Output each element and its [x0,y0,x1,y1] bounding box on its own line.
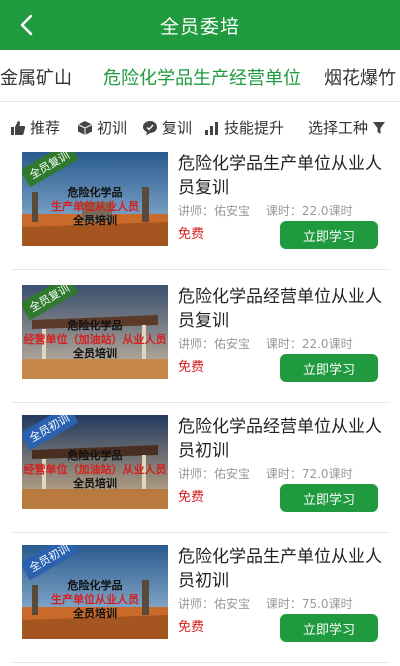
course-thumbnail[interactable]: 全员初训 危险化学品 经营单位（加油站）从业人员 全员培训 [22,415,168,509]
course-title[interactable]: 危险化学品生产单位从业人员初训 [178,545,388,593]
chat-bubble-icon [143,120,157,135]
course-card[interactable]: 全员初训 危险化学品 生产单位从业人员 全员培训 危险化学品生产单位从业人员初训… [12,545,390,663]
course-meta: 讲师：佑安宝 课时：72.0课时 [178,465,365,482]
course-title[interactable]: 危险化学品经营单位从业人员初训 [178,415,388,463]
price-label: 免费 [178,620,205,635]
price-label: 免费 [178,360,205,375]
start-learning-button[interactable]: 立即学习 [280,354,378,382]
hours-text: 课时：22.0课时 [265,204,353,218]
hours-text: 课时：22.0课时 [265,337,353,351]
thumb-caption: 全员培训 [73,214,117,227]
back-button[interactable] [10,8,44,42]
thumb-caption: 全员培训 [73,477,117,490]
course-card[interactable]: 全员初训 危险化学品 经营单位（加油站）从业人员 全员培训 危险化学品经营单位从… [12,415,390,533]
start-learning-button[interactable]: 立即学习 [280,221,378,249]
course-thumbnail[interactable]: 全员复训 危险化学品 生产单位从业人员 全员培训 [22,152,168,246]
filter-recommend[interactable]: 推荐 [10,117,60,138]
course-thumbnail[interactable]: 全员初训 危险化学品 生产单位从业人员 全员培训 [22,545,168,639]
hours-text: 课时：75.0课时 [265,597,353,611]
filter-funnel-icon [373,121,386,134]
top-app-bar: 全员委培 [0,0,400,50]
select-job-type[interactable]: 选择工种 [308,117,386,138]
category-tab-bar[interactable]: 非金属矿山 危险化学品生产经营单位 烟花爆竹 [0,50,400,102]
hours-text: 课时：72.0课时 [265,467,353,481]
course-card[interactable]: 全员复训 危险化学品 生产单位从业人员 全员培训 危险化学品生产单位从业人员复训… [12,152,390,270]
course-meta: 讲师：佑安宝 课时：22.0课时 [178,202,365,219]
course-title[interactable]: 危险化学品生产单位从业人员复训 [178,152,388,200]
thumb-caption: 全员培训 [73,347,117,360]
teacher-text: 讲师：佑安宝 [178,597,251,611]
thumb-caption: 全员培训 [73,607,117,620]
price-label: 免费 [178,227,205,242]
thumbs-up-icon [11,120,26,135]
tab-fireworks[interactable]: 烟花爆竹 [324,64,396,90]
tab-non-metal-mine[interactable]: 非金属矿山 [0,64,72,90]
course-meta: 讲师：佑安宝 课时：75.0课时 [178,595,365,612]
start-learning-button[interactable]: 立即学习 [280,614,378,642]
filter-initial-training[interactable]: 初训 [77,117,127,138]
course-meta: 讲师：佑安宝 课时：22.0课时 [178,335,365,352]
teacher-text: 讲师：佑安宝 [178,204,251,218]
teacher-text: 讲师：佑安宝 [178,467,251,481]
filter-refresher-training[interactable]: 复训 [142,117,192,138]
filter-skill-upgrade[interactable]: 技能提升 [204,117,284,138]
price-label: 免费 [178,490,205,505]
course-card[interactable]: 全员复训 危险化学品 经营单位（加油站）从业人员 全员培训 危险化学品经营单位从… [12,285,390,403]
start-learning-button[interactable]: 立即学习 [280,484,378,512]
bar-chart-icon [205,121,218,135]
course-thumbnail[interactable]: 全员复训 危险化学品 经营单位（加油站）从业人员 全员培训 [22,285,168,379]
tab-hazardous-chemicals[interactable]: 危险化学品生产经营单位 [103,64,301,90]
teacher-text: 讲师：佑安宝 [178,337,251,351]
chevron-left-icon [20,14,33,36]
filter-bar: 推荐 初训 复训 技能提升 选择工种 [0,103,400,147]
course-title[interactable]: 危险化学品经营单位从业人员复训 [178,285,388,333]
cube-icon [77,120,93,135]
page-title: 全员委培 [159,15,240,38]
